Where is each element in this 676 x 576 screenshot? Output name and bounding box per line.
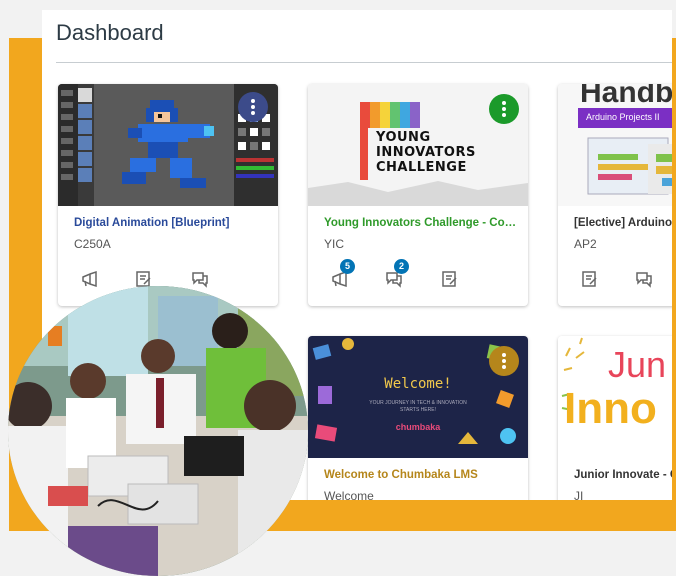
page-title: Dashboard [56,20,164,45]
card-options-button[interactable] [238,92,268,122]
course-title[interactable]: Junior Innovate - C [574,469,672,481]
title-divider [56,62,672,63]
course-card-arduino[interactable]: Handb Arduino Projects II [Elective] Ard… [558,84,672,306]
classroom-photo [8,286,308,576]
discussion-icon[interactable] [190,269,210,289]
course-code: JI [574,489,584,500]
chumbaka-logo: chumbaka [395,422,441,432]
announcements-action[interactable]: 5 [330,259,355,291]
course-code: AP2 [574,237,597,251]
course-code: Welcome [324,489,374,500]
unread-badge: 2 [394,259,409,274]
thumbnail-line: CHALLENGE [376,160,467,175]
course-code: YIC [324,237,345,251]
thumbnail-subtitle: YOUR JOURNEY IN TECH & INNOVATION STARTS… [369,400,467,413]
thumbnail-title-bottom: Inno [564,384,657,434]
course-card-junior-innovate[interactable]: Jun Inno Junior Innovate - C JI [558,336,672,500]
assignment-icon[interactable] [580,269,600,289]
course-card-welcome-chumbaka[interactable]: Welcome! YOUR JOURNEY IN TECH & INNOVATI… [308,336,528,500]
course-code: C250A [74,237,111,251]
thumbnail-title: Welcome! [384,376,452,392]
thumbnail-word: Inno [564,384,657,433]
assignment-icon[interactable] [440,269,460,289]
thumbnail-banner: Arduino Projects II [586,112,660,122]
thumbnail-line: INNOVATORS [376,145,476,160]
unread-badge: 5 [340,259,355,274]
course-card-digital-animation[interactable]: Digital Animation [Blueprint] C250A [58,84,278,306]
card-options-button[interactable] [489,346,519,376]
discussion-icon[interactable] [634,269,654,289]
course-title[interactable]: [Elective] Arduino Pr [574,217,672,229]
course-title[interactable]: Welcome to Chumbaka LMS [324,469,520,481]
thumbnail-title: YOUNG INNOVATORS CHALLENGE [376,130,486,175]
thumbnail-line: YOUNG [376,130,431,145]
thumbnail-heading: Handb [580,84,672,109]
thumbnail-title-top: Jun [608,344,667,385]
course-title[interactable]: Digital Animation [Blueprint] [74,217,270,229]
classroom-photo-image [8,286,308,576]
discussions-action[interactable]: 2 [384,259,409,291]
course-title[interactable]: Young Innovators Challenge - Com... [324,217,520,229]
megaphone-icon[interactable] [80,269,100,289]
card-options-button[interactable] [489,94,519,124]
course-card-young-innovators[interactable]: YOUNG INNOVATORS CHALLENGE Young Innovat… [308,84,528,306]
